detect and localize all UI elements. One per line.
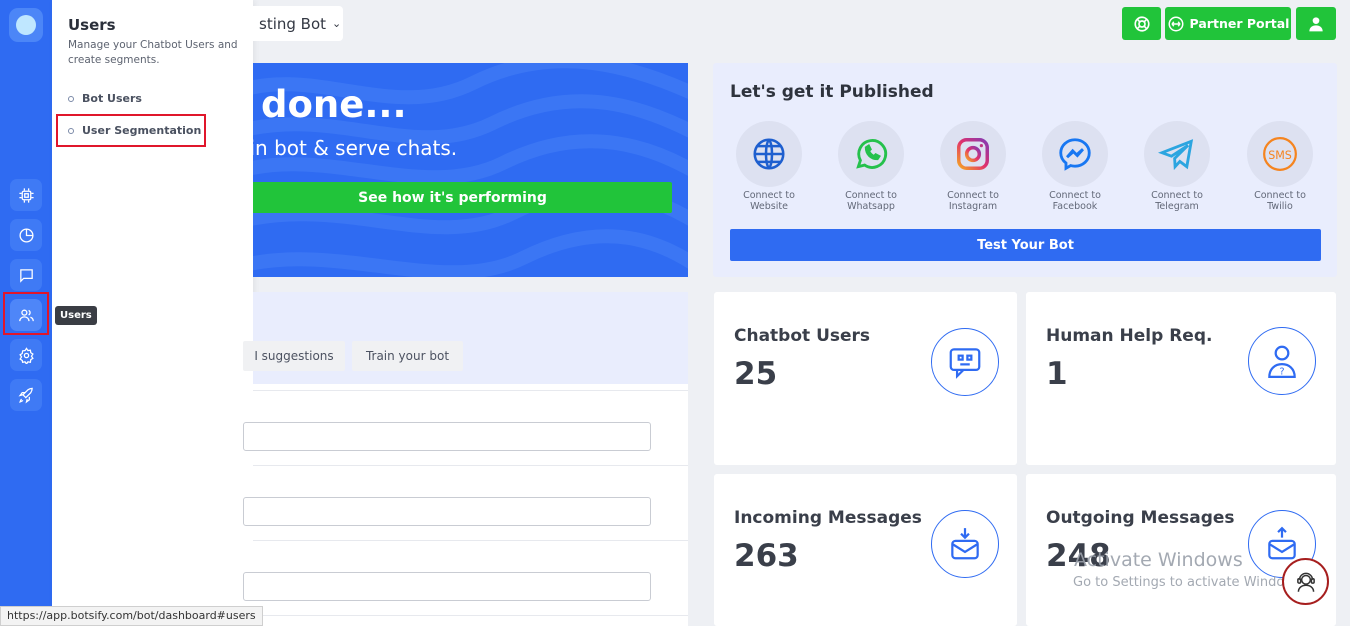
flyout-item-bot-users[interactable]: Bot Users [68,92,142,105]
sms-icon: SMS [1263,137,1297,171]
stat-value: 1 [1046,356,1068,392]
stat-label: Human Help Req. [1046,326,1213,346]
training-input-3[interactable] [243,572,651,601]
human-help-icon: ? [1248,327,1316,395]
profile-button[interactable] [1296,7,1336,40]
support-chat-button[interactable] [1282,558,1329,605]
divider [253,540,688,541]
channel-line1: Connect to [845,190,897,201]
rail-item-chats[interactable] [10,259,42,291]
rocket-icon [18,387,33,403]
lifebuoy-icon [1133,15,1150,32]
connect-website[interactable]: Connect to Website [729,121,809,212]
chatbot-icon [931,328,999,396]
channel-line2: Instagram [948,201,998,212]
activate-windows-subtitle: Go to Settings to activate Windows. [1073,575,1306,590]
connect-twilio[interactable]: SMS Connect to Twilio [1240,121,1320,212]
training-header: I suggestions Train your bot [243,292,688,384]
training-card: I suggestions Train your bot [243,292,688,626]
publish-title: Let's get it Published [730,82,934,102]
rail-item-analytics[interactable] [10,219,42,251]
channel-line2: Telegram [1155,201,1199,212]
see-performance-button[interactable]: See how it's performing [253,182,672,213]
gear-icon [18,346,34,364]
connect-telegram[interactable]: Connect to Telegram [1137,121,1217,212]
stat-card-incoming: Incoming Messages 263 [714,474,1017,626]
user-segmentation-highlight-box [56,114,206,147]
flyout-description: Manage your Chatbot Users and create seg… [68,39,238,66]
stat-label: Incoming Messages [734,508,922,528]
bullet-icon [68,95,74,102]
divider [253,465,688,466]
channel-line1: Connect to [1254,190,1306,201]
partner-icon [1168,16,1184,31]
support-agent-icon [1296,572,1315,592]
hero-subtitle: rain bot & serve chats. [253,136,458,160]
channel-line1: Connect to [947,190,999,201]
connect-instagram[interactable]: Connect to Instagram [933,121,1013,212]
inbox-in-icon [931,510,999,578]
globe-icon [753,138,785,170]
instagram-icon [957,138,989,170]
support-button[interactable] [1122,7,1161,40]
users-highlight-box [3,292,49,335]
tab-ai-suggestions[interactable]: I suggestions [243,341,345,371]
whatsapp-icon [856,139,888,169]
channel-line1: Connect to [1049,190,1101,201]
stat-value: 263 [734,538,799,574]
test-bot-button[interactable]: Test Your Bot [730,229,1321,261]
hero-title: done... [261,83,407,126]
stat-label: Chatbot Users [734,326,871,346]
stat-label: Outgoing Messages [1046,508,1235,528]
tab-train-your-bot[interactable]: Train your bot [352,341,463,371]
hero-card: done... rain bot & serve chats. See how … [253,63,688,277]
chip-icon [18,187,34,203]
channel-line2: Facebook [1052,201,1098,212]
flyout-item-label: Bot Users [82,92,142,105]
channel-line1: Connect to [1151,190,1203,201]
user-icon [1309,16,1323,31]
activate-windows-title: Activate Windows [1074,549,1243,571]
rail-item-publish[interactable] [10,379,42,411]
channel-line2: Twilio [1267,201,1293,212]
svg-text:SMS: SMS [1268,149,1292,162]
bot-selector[interactable]: sting Bot ⌄ [253,6,343,41]
training-input-2[interactable] [243,497,651,526]
divider [253,615,688,616]
chevron-down-icon: ⌄ [332,17,342,30]
partner-portal-label: Partner Portal [1189,16,1290,31]
connect-whatsapp[interactable]: Connect to Whatsapp [831,121,911,212]
flyout-title: Users [68,16,116,34]
stat-card-human-help: Human Help Req. 1 ? [1026,292,1336,465]
training-input-1[interactable] [243,422,651,451]
status-bar-url: https://app.botsify.com/bot/dashboard#us… [0,606,263,626]
divider [253,390,688,391]
publish-card: Let's get it Published Connect to Website… [713,63,1337,277]
pie-chart-icon [18,227,34,243]
rail-item-settings[interactable] [10,339,42,371]
logo-bubble-icon [16,15,36,35]
stat-card-chatbot-users: Chatbot Users 25 [714,292,1017,465]
stat-value: 25 [734,356,778,392]
users-tooltip: Users [55,306,97,325]
bot-name: sting Bot [259,14,327,33]
telegram-icon [1158,139,1194,171]
partner-portal-button[interactable]: Partner Portal [1165,7,1291,40]
chat-icon [19,268,33,283]
channel-line2: Website [750,201,788,212]
channel-line1: Connect to [743,190,795,201]
rail-item-dashboard[interactable] [10,179,42,211]
channel-line2: Whatsapp [847,201,895,212]
svg-text:?: ? [1279,366,1284,377]
connect-facebook[interactable]: Connect to Facebook [1035,121,1115,212]
messenger-icon [1059,138,1091,171]
app-logo[interactable] [9,8,43,42]
